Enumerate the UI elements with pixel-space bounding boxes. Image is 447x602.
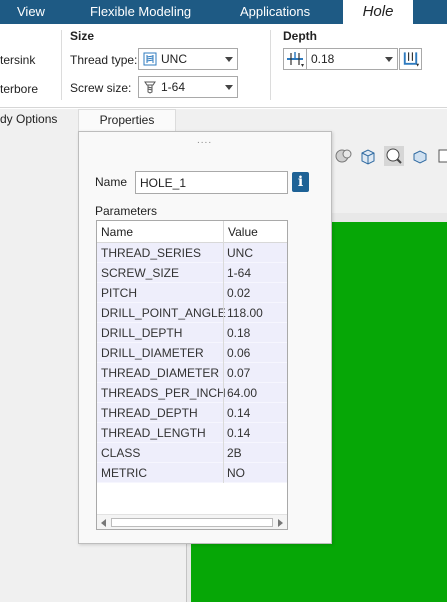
parameter-value: 2B	[227, 446, 242, 460]
parameter-name: PITCH	[101, 286, 137, 300]
parameter-name: DRILL_DEPTH	[101, 326, 183, 340]
table-row[interactable]: CLASS 2B	[97, 443, 287, 463]
parameter-value: 0.02	[227, 286, 251, 300]
parameters-label: Parameters	[95, 204, 158, 218]
thread-type-label: Thread type:	[70, 53, 138, 67]
tab-body-options[interactable]: dy Options	[0, 109, 57, 131]
parameter-value: NO	[227, 466, 245, 480]
table-row[interactable]: SCREW_SIZE 1-64	[97, 263, 287, 283]
parameter-value: 0.14	[227, 406, 251, 420]
table-row[interactable]: DRILL_DIAMETER 0.06	[97, 343, 287, 363]
depth-blind-icon	[287, 52, 304, 67]
screw-size-dropdown[interactable]: 1-64	[138, 76, 238, 98]
column-divider[interactable]	[223, 221, 224, 483]
menu-bar: View Flexible Modeling Applications Hole	[0, 0, 447, 24]
thread-type-icon	[143, 52, 157, 66]
table-row[interactable]: METRIC NO	[97, 463, 287, 483]
parameter-name: DRILL_DIAMETER	[101, 346, 204, 360]
column-header-name[interactable]: Name	[101, 225, 133, 239]
column-header-value[interactable]: Value	[228, 225, 258, 239]
depth-options-button[interactable]	[399, 48, 422, 70]
scrollbar-thumb[interactable]	[111, 518, 273, 527]
ribbon-separator	[61, 30, 62, 100]
chevron-down-icon	[225, 57, 233, 62]
table-row[interactable]: DRILL_POINT_ANGLE 118.00	[97, 303, 287, 323]
table-row[interactable]: THREAD_SERIES UNC	[97, 243, 287, 263]
menu-applications[interactable]: Applications	[240, 0, 310, 24]
screw-size-value: 1-64	[161, 80, 186, 94]
table-row[interactable]: THREAD_DEPTH 0.14	[97, 403, 287, 423]
more-icon[interactable]	[436, 146, 447, 166]
depth-type-button[interactable]	[283, 48, 307, 70]
table-row[interactable]: THREAD_LENGTH 0.14	[97, 423, 287, 443]
depth-options-icon	[403, 52, 420, 67]
parameter-value: UNC	[227, 246, 253, 260]
graphics-toolbar	[330, 142, 447, 172]
parameter-value: 1-64	[227, 266, 252, 280]
counterbore-option[interactable]: terbore	[0, 82, 38, 96]
parameter-name: THREAD_SERIES	[101, 246, 202, 260]
panel-grip-handle[interactable]: ....	[197, 135, 212, 146]
parameter-name: CLASS	[101, 446, 141, 460]
parameter-name: SCREW_SIZE	[101, 266, 180, 280]
parameter-name: THREAD_LENGTH	[101, 426, 206, 440]
parameter-value: 0.06	[227, 346, 251, 360]
chevron-down-icon	[385, 57, 393, 62]
thread-type-dropdown[interactable]: UNC	[138, 48, 238, 70]
countersink-option[interactable]: tersink	[0, 53, 35, 67]
name-label: Name	[95, 175, 128, 189]
parameters-table: Name Value THREAD_SERIES UNC SCREW_SIZE 1-…	[96, 220, 288, 530]
parameter-name: METRIC	[101, 466, 147, 480]
name-input[interactable]	[135, 171, 288, 194]
table-row[interactable]: THREAD_DIAMETER 0.07	[97, 363, 287, 383]
size-group-title: Size	[70, 29, 95, 43]
scroll-left-icon[interactable]	[101, 519, 106, 527]
screw-size-label: Screw size:	[70, 81, 132, 95]
hole-view-icon[interactable]	[384, 146, 404, 166]
menu-flexible-modeling[interactable]: Flexible Modeling	[90, 0, 191, 24]
menu-hole[interactable]: Hole	[343, 0, 413, 24]
thread-type-value: UNC	[161, 52, 187, 66]
depth-value: 0.18	[311, 52, 335, 66]
table-row[interactable]: DRILL_DEPTH 0.18	[97, 323, 287, 343]
depth-value-dropdown[interactable]: 0.18	[306, 48, 398, 70]
panel-tab-strip: dy Options Properties	[0, 109, 447, 131]
screw-icon	[144, 81, 156, 94]
parameter-value: 0.14	[227, 426, 251, 440]
display-icon[interactable]	[410, 146, 430, 166]
horizontal-scrollbar[interactable]	[97, 514, 287, 529]
depth-group-title: Depth	[283, 29, 317, 43]
parameter-value: 64.00	[227, 386, 258, 400]
parameter-name: THREAD_DEPTH	[101, 406, 198, 420]
parameter-name: THREADS_PER_INCH	[101, 386, 226, 400]
parameter-value: 118.00	[227, 306, 263, 320]
properties-panel: .... Name i Parameters Name Value THREAD…	[78, 131, 332, 544]
menu-view[interactable]: View	[17, 0, 45, 24]
ribbon: tersink terbore Size Thread type: UNC Sc…	[0, 24, 447, 108]
chevron-down-icon	[225, 85, 233, 90]
sphere-icon[interactable]	[334, 146, 354, 166]
ribbon-separator	[270, 30, 271, 100]
scroll-right-icon[interactable]	[278, 519, 283, 527]
parameter-value: 0.07	[227, 366, 251, 380]
table-header: Name Value	[97, 221, 287, 243]
info-button[interactable]: i	[292, 172, 309, 192]
tab-properties[interactable]: Properties	[78, 109, 176, 131]
table-row[interactable]: PITCH 0.02	[97, 283, 287, 303]
parameter-value: 0.18	[227, 326, 251, 340]
cube-icon[interactable]	[358, 146, 378, 166]
parameter-name: THREAD_DIAMETER	[101, 366, 220, 380]
parameter-name: DRILL_POINT_ANGLE	[101, 306, 226, 320]
table-row[interactable]: THREADS_PER_INCH 64.00	[97, 383, 287, 403]
